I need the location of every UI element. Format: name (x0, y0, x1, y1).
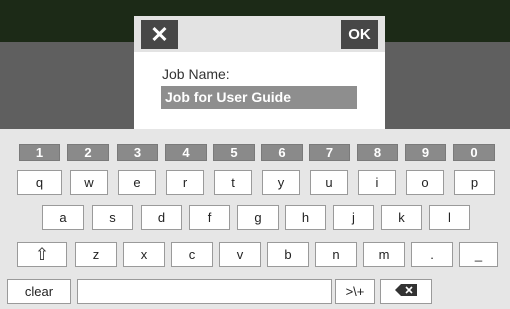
key-w[interactable]: w (70, 170, 108, 195)
key-0[interactable]: 0 (453, 144, 495, 161)
key-o[interactable]: o (406, 170, 444, 195)
key-g[interactable]: g (237, 205, 279, 230)
key-a[interactable]: a (42, 205, 84, 230)
key-5[interactable]: 5 (213, 144, 255, 161)
dialog-header: ✕ OK (134, 16, 385, 52)
key-r[interactable]: r (166, 170, 204, 195)
backspace-key[interactable] (380, 279, 432, 304)
job-name-dialog: ✕ OK Job Name: Job for User Guide (134, 16, 385, 129)
symbols-key[interactable]: >\+ (335, 279, 375, 304)
key-i[interactable]: i (358, 170, 396, 195)
key-8[interactable]: 8 (357, 144, 398, 161)
key-m[interactable]: m (363, 242, 405, 267)
key-c[interactable]: c (171, 242, 213, 267)
key-period[interactable]: . (411, 242, 453, 267)
key-s[interactable]: s (92, 205, 133, 230)
key-6[interactable]: 6 (261, 144, 303, 161)
key-b[interactable]: b (267, 242, 309, 267)
close-button[interactable]: ✕ (141, 20, 178, 49)
key-t[interactable]: t (214, 170, 252, 195)
close-icon: ✕ (150, 21, 169, 47)
key-y[interactable]: y (262, 170, 300, 195)
key-f[interactable]: f (189, 205, 230, 230)
key-3[interactable]: 3 (117, 144, 158, 161)
clear-key[interactable]: clear (7, 279, 71, 304)
on-screen-keyboard: 1 2 3 4 5 6 7 8 9 0 q w e r t y u i o p … (0, 129, 510, 309)
key-e[interactable]: e (118, 170, 156, 195)
key-u[interactable]: u (310, 170, 348, 195)
key-p[interactable]: p (454, 170, 495, 195)
shift-key[interactable]: ⇧ (17, 242, 67, 267)
key-1[interactable]: 1 (19, 144, 60, 161)
key-k[interactable]: k (381, 205, 422, 230)
key-4[interactable]: 4 (165, 144, 207, 161)
job-name-label: Job Name: (162, 66, 230, 82)
key-h[interactable]: h (285, 205, 326, 230)
key-l[interactable]: l (429, 205, 470, 230)
key-q[interactable]: q (17, 170, 62, 195)
ok-button[interactable]: OK (341, 20, 378, 49)
shift-icon: ⇧ (34, 244, 50, 264)
key-x[interactable]: x (123, 242, 165, 267)
key-7[interactable]: 7 (309, 144, 350, 161)
key-9[interactable]: 9 (405, 144, 446, 161)
key-z[interactable]: z (75, 242, 117, 267)
key-2[interactable]: 2 (67, 144, 109, 161)
key-j[interactable]: j (333, 205, 374, 230)
key-n[interactable]: n (315, 242, 357, 267)
backspace-icon (395, 284, 417, 299)
job-name-field[interactable]: Job for User Guide (161, 86, 357, 109)
key-d[interactable]: d (141, 205, 182, 230)
key-underscore[interactable]: _ (459, 242, 498, 267)
key-v[interactable]: v (219, 242, 261, 267)
space-key[interactable] (77, 279, 332, 304)
